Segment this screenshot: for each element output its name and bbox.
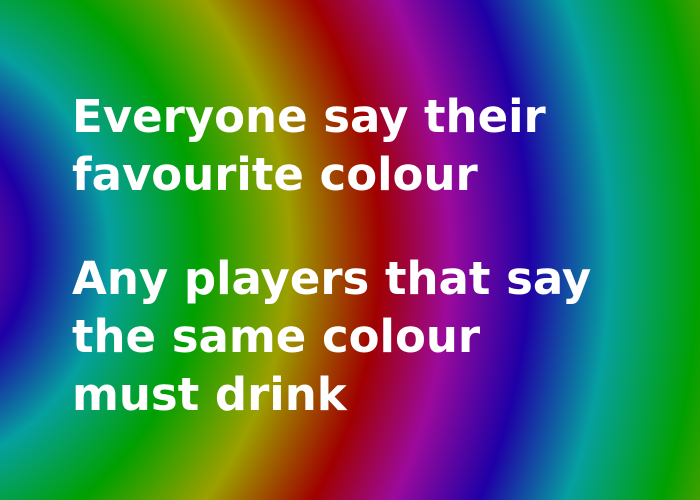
game-card: Everyone say their favourite colour Any …	[0, 0, 700, 500]
instruction-line: Everyone say their	[72, 90, 546, 143]
rule-prompt: Any players that say the same colour mus…	[72, 250, 672, 424]
instruction-prompt: Everyone say their favourite colour	[72, 88, 672, 204]
rule-line: the same colour	[72, 310, 481, 363]
instruction-line: favourite colour	[72, 148, 478, 201]
rule-line: Any players that say	[72, 252, 592, 305]
rule-line: must drink	[72, 368, 347, 421]
